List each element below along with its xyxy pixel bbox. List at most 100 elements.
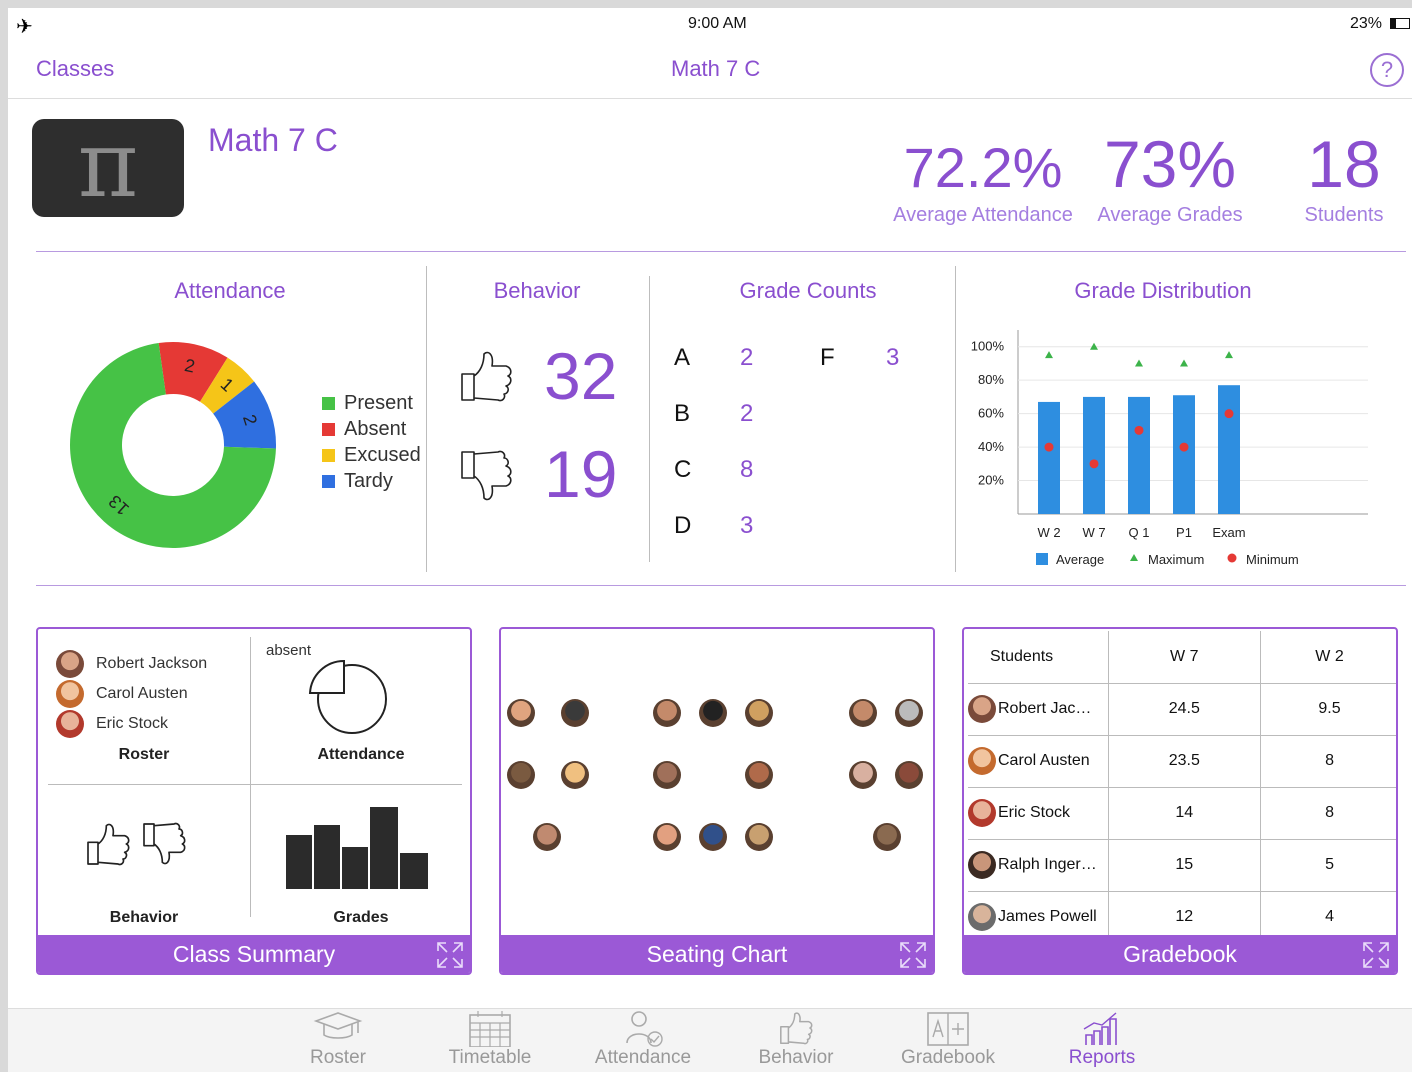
avatar bbox=[968, 747, 996, 775]
column-header-w2: W 2 bbox=[1260, 631, 1396, 684]
gradebook-title[interactable]: Gradebook bbox=[964, 935, 1396, 973]
stat-value: 18 bbox=[1307, 127, 1381, 201]
tab-reports[interactable]: Reports bbox=[1042, 1009, 1162, 1069]
back-to-classes-button[interactable]: Classes bbox=[36, 56, 114, 82]
tab-label: Roster bbox=[310, 1047, 366, 1068]
avatar bbox=[968, 799, 996, 827]
grade-cell: 8 bbox=[1260, 787, 1396, 840]
column-divider bbox=[426, 266, 427, 572]
seating-chart-title[interactable]: Seating Chart bbox=[501, 935, 933, 973]
table-row[interactable]: Robert Jac… 24.5 9.5 bbox=[968, 683, 1396, 736]
stat-value: 72.2% bbox=[903, 136, 1063, 199]
grade-cell: 5 bbox=[1260, 839, 1396, 892]
bar-average bbox=[1173, 395, 1195, 514]
section-divider bbox=[36, 585, 1406, 586]
legend-absent: Absent bbox=[322, 416, 421, 442]
expand-icon[interactable] bbox=[1362, 941, 1390, 969]
legend-present: Present bbox=[322, 390, 421, 416]
help-button[interactable]: ? bbox=[1370, 53, 1404, 87]
expand-icon[interactable] bbox=[436, 941, 464, 969]
positive-behavior-count: 32 bbox=[544, 339, 618, 413]
student-avatar[interactable] bbox=[895, 761, 923, 789]
grade-count-a: 2 bbox=[740, 344, 754, 371]
legend-label-average: Average bbox=[1056, 552, 1104, 567]
student-avatar[interactable] bbox=[653, 761, 681, 789]
roster-label: Roster bbox=[118, 746, 170, 763]
student-name: Carol Austen bbox=[998, 752, 1090, 770]
battery-percent: 23% bbox=[1350, 15, 1383, 32]
grade-count-c: 8 bbox=[740, 456, 754, 483]
calendar-icon bbox=[469, 1011, 511, 1047]
student-avatar[interactable] bbox=[873, 823, 901, 851]
gradebook-table: Students W 7 W 2 Robert Jac… 24.5 9.5 Ca… bbox=[968, 631, 1396, 943]
legend-marker-average bbox=[1036, 553, 1048, 565]
student-avatar[interactable] bbox=[895, 699, 923, 727]
legend-excused: Excused bbox=[322, 442, 421, 468]
tab-behavior[interactable]: Behavior bbox=[736, 1009, 856, 1069]
seating-layout bbox=[501, 629, 933, 929]
gradebook-card[interactable]: Students W 7 W 2 Robert Jac… 24.5 9.5 Ca… bbox=[962, 627, 1398, 975]
grades-bar-icon bbox=[286, 807, 428, 889]
behavior-title: Behavior bbox=[493, 278, 581, 303]
legend-marker-maximum bbox=[1130, 554, 1138, 561]
tab-gradebook[interactable]: Gradebook bbox=[888, 1009, 1008, 1069]
grade-cell: 14 bbox=[1108, 787, 1262, 840]
column-header-students: Students bbox=[968, 631, 1109, 684]
attendance-legend: Present Absent Excused Tardy bbox=[322, 390, 421, 494]
tab-attendance[interactable]: Attendance bbox=[583, 1009, 703, 1069]
grade-letter-b: B bbox=[674, 400, 691, 427]
student-avatar[interactable] bbox=[653, 823, 681, 851]
battery-icon bbox=[1390, 18, 1410, 29]
section-divider bbox=[36, 251, 1406, 252]
table-row[interactable]: Ralph Inger… 15 5 bbox=[968, 839, 1396, 892]
table-row[interactable]: Carol Austen 23.5 8 bbox=[968, 735, 1396, 788]
grade-distribution-title: Grade Distribution bbox=[1074, 278, 1252, 303]
student-name: Eric Stock bbox=[998, 804, 1071, 822]
thumbs-down-icon bbox=[461, 450, 512, 501]
nav-title: Math 7 C bbox=[671, 56, 761, 81]
table-row[interactable]: Eric Stock 14 8 bbox=[968, 787, 1396, 840]
grade-cell: 24.5 bbox=[1108, 683, 1262, 736]
student-avatar[interactable] bbox=[745, 699, 773, 727]
bar-average bbox=[1038, 401, 1060, 514]
gradebook-header-row: Students W 7 W 2 bbox=[968, 631, 1396, 684]
student-avatar[interactable] bbox=[699, 699, 727, 727]
class-summary-title[interactable]: Class Summary bbox=[38, 935, 470, 973]
tab-timetable[interactable]: Timetable bbox=[430, 1009, 550, 1069]
grade-cell: 15 bbox=[1108, 839, 1262, 892]
seating-chart-card[interactable]: Seating Chart bbox=[499, 627, 935, 975]
student-avatar[interactable] bbox=[745, 823, 773, 851]
x-tick-label: W 2 bbox=[1037, 525, 1060, 540]
avatar bbox=[56, 710, 84, 738]
student-avatar[interactable] bbox=[699, 823, 727, 851]
class-summary-card[interactable]: Robert Jackson Carol Austen Eric Stock R… bbox=[36, 627, 472, 975]
point-maximum bbox=[1045, 351, 1053, 359]
student-avatar[interactable] bbox=[507, 761, 535, 789]
bar-average bbox=[1218, 385, 1240, 514]
class-pi-icon: π bbox=[32, 119, 184, 217]
tab-roster[interactable]: Roster bbox=[278, 1009, 398, 1069]
y-tick-label: 60% bbox=[978, 406, 1004, 421]
card-divider bbox=[250, 637, 251, 917]
stat-label: Students bbox=[1304, 204, 1384, 226]
student-avatar[interactable] bbox=[533, 823, 561, 851]
attendance-pie-icon bbox=[308, 659, 387, 734]
stat-grades: 73% Average Grades bbox=[1090, 128, 1250, 227]
student-avatar[interactable] bbox=[507, 699, 535, 727]
expand-icon[interactable] bbox=[899, 941, 927, 969]
column-divider bbox=[649, 276, 650, 562]
student-avatar[interactable] bbox=[561, 761, 589, 789]
grade-count-b: 2 bbox=[740, 400, 754, 427]
student-avatar[interactable] bbox=[849, 699, 877, 727]
grade-cell: 9.5 bbox=[1260, 683, 1396, 736]
student-avatar[interactable] bbox=[849, 761, 877, 789]
airplane-mode-icon: ✈ bbox=[16, 16, 33, 38]
y-tick-label: 40% bbox=[978, 439, 1004, 454]
attendance-label: Attendance bbox=[317, 746, 405, 763]
student-avatar[interactable] bbox=[745, 761, 773, 789]
student-avatar[interactable] bbox=[653, 699, 681, 727]
grade-letter-d: D bbox=[674, 512, 692, 539]
status-time: 9:00 AM bbox=[688, 15, 747, 32]
student-avatar[interactable] bbox=[561, 699, 589, 727]
grade-letter-a: A bbox=[674, 344, 691, 371]
